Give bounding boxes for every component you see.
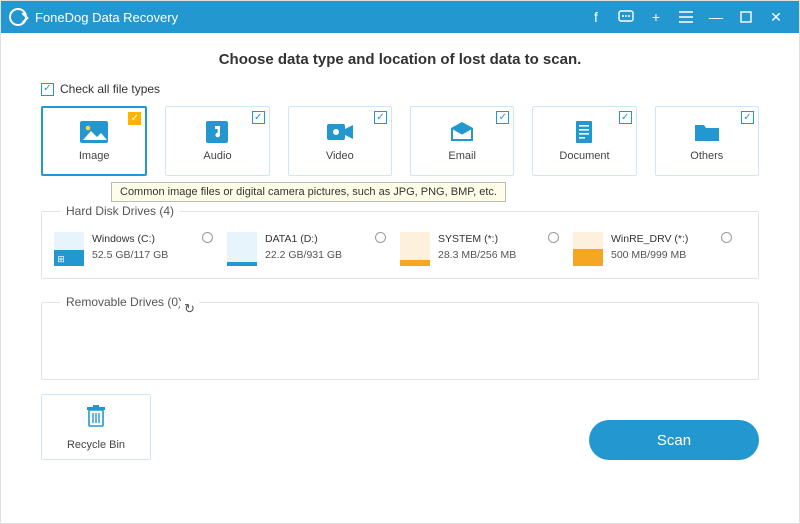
drive-name: SYSTEM (*:) (438, 232, 516, 248)
removable-legend: Removable Drives (0) (60, 295, 188, 309)
removable-section: Removable Drives (0) ↻ (41, 295, 759, 380)
drive-size: 28.3 MB/256 MB (438, 248, 516, 264)
radio-icon[interactable] (202, 232, 213, 243)
type-card-audio[interactable]: Audio (165, 106, 269, 176)
drive-item[interactable]: WinRE_DRV (*:) 500 MB/999 MB (573, 232, 746, 266)
type-label: Others (690, 150, 723, 162)
type-label: Video (326, 150, 354, 162)
drive-size: 22.2 GB/931 GB (265, 248, 342, 264)
drive-size: 500 MB/999 MB (611, 248, 688, 264)
document-icon (569, 120, 599, 144)
scan-button[interactable]: Scan (589, 420, 759, 460)
checkbox-icon[interactable] (619, 111, 632, 124)
type-card-video[interactable]: Video (288, 106, 392, 176)
drive-item[interactable]: DATA1 (D:) 22.2 GB/931 GB (227, 232, 400, 266)
check-all-label: Check all file types (60, 82, 160, 96)
drive-icon (54, 232, 84, 266)
page-heading: Choose data type and location of lost da… (41, 51, 759, 68)
drive-name: WinRE_DRV (*:) (611, 232, 688, 248)
type-label: Document (559, 150, 609, 162)
type-card-image[interactable]: Image (41, 106, 147, 176)
checkbox-icon[interactable] (496, 111, 509, 124)
radio-icon[interactable] (548, 232, 559, 243)
type-card-others[interactable]: Others (655, 106, 759, 176)
email-icon (447, 120, 477, 144)
recycle-bin-card[interactable]: Recycle Bin (41, 394, 151, 460)
type-card-email[interactable]: Email (410, 106, 514, 176)
minimize-icon[interactable]: — (701, 1, 731, 33)
drive-name: Windows (C:) (92, 232, 168, 248)
app-logo-icon (9, 8, 27, 26)
app-title: FoneDog Data Recovery (35, 10, 178, 25)
maximize-icon[interactable] (731, 1, 761, 33)
video-icon (325, 120, 355, 144)
checkbox-icon[interactable] (252, 111, 265, 124)
drive-icon (227, 232, 257, 266)
hdd-legend: Hard Disk Drives (4) (60, 204, 180, 218)
check-all-file-types[interactable]: Check all file types (41, 82, 759, 96)
image-icon (79, 120, 109, 144)
checkbox-icon[interactable] (128, 112, 141, 125)
titlebar: FoneDog Data Recovery f + — ✕ (1, 1, 799, 33)
trash-icon (85, 404, 107, 433)
facebook-icon[interactable]: f (581, 1, 611, 33)
drive-icon (573, 232, 603, 266)
drive-item[interactable]: Windows (C:) 52.5 GB/117 GB (54, 232, 227, 266)
feedback-icon[interactable] (611, 1, 641, 33)
windows-icon (56, 254, 66, 264)
type-label: Email (448, 150, 476, 162)
drive-name: DATA1 (D:) (265, 232, 342, 248)
audio-icon (202, 120, 232, 144)
radio-icon[interactable] (721, 232, 732, 243)
add-icon[interactable]: + (641, 1, 671, 33)
drive-size: 52.5 GB/117 GB (92, 248, 168, 264)
type-label: Audio (203, 150, 231, 162)
menu-icon[interactable] (671, 1, 701, 33)
radio-icon[interactable] (375, 232, 386, 243)
checkbox-icon[interactable] (741, 111, 754, 124)
refresh-icon[interactable]: ↻ (180, 301, 199, 317)
hard-disk-section: Hard Disk Drives (4) Windows (C:) 52.5 G… (41, 204, 759, 279)
checkbox-icon[interactable] (41, 83, 54, 96)
folder-icon (692, 120, 722, 144)
close-icon[interactable]: ✕ (761, 1, 791, 33)
type-label: Image (79, 150, 110, 162)
tooltip: Common image files or digital camera pic… (111, 182, 506, 202)
drive-icon (400, 232, 430, 266)
type-card-document[interactable]: Document (532, 106, 636, 176)
drive-item[interactable]: SYSTEM (*:) 28.3 MB/256 MB (400, 232, 573, 266)
checkbox-icon[interactable] (374, 111, 387, 124)
file-type-row: Image Audio Video Email (41, 106, 759, 176)
recycle-label: Recycle Bin (67, 439, 125, 451)
